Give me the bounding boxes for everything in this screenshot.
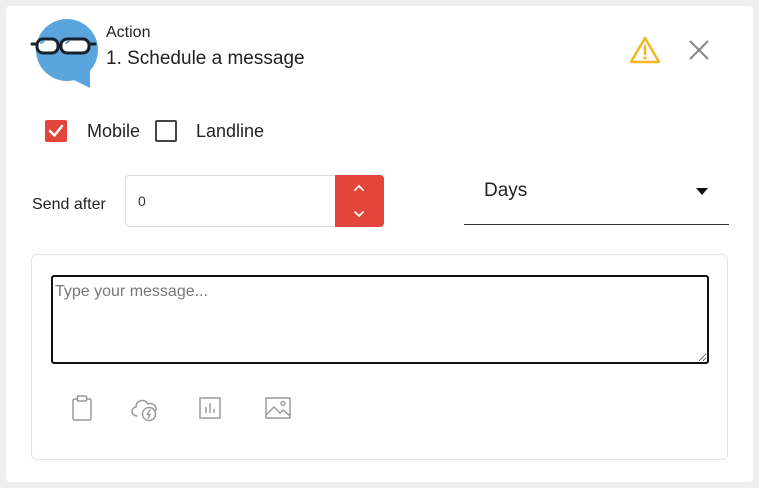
action-label: Action	[106, 24, 151, 41]
warning-button[interactable]	[628, 35, 662, 65]
warning-triangle-icon	[629, 36, 661, 64]
time-unit-select[interactable]: Days	[464, 174, 729, 226]
stepper-up-button[interactable]	[335, 175, 384, 201]
time-unit-value: Days	[484, 180, 528, 201]
mobile-checkbox[interactable]	[45, 120, 67, 142]
close-button[interactable]	[684, 36, 714, 64]
image-button[interactable]	[263, 393, 293, 423]
quantity-stepper	[335, 175, 384, 227]
action-card: Action 1. Schedule a message Mobile Land…	[6, 6, 753, 482]
cloud-bolt-icon	[131, 399, 157, 422]
landline-checkbox[interactable]	[155, 120, 177, 142]
mobile-label[interactable]: Mobile	[87, 120, 140, 142]
caret-down-icon	[696, 188, 708, 195]
integration-button[interactable]	[127, 393, 163, 423]
close-icon	[689, 40, 709, 60]
template-button[interactable]	[67, 393, 97, 423]
glasses-speech-bubble-icon	[30, 19, 98, 88]
survey-button[interactable]	[195, 393, 225, 423]
action-title: 1. Schedule a message	[106, 48, 305, 69]
image-icon	[265, 397, 291, 419]
landline-label[interactable]: Landline	[196, 120, 264, 142]
message-textarea[interactable]	[51, 275, 709, 364]
stepper-down-button[interactable]	[335, 201, 384, 227]
chevron-down-icon	[354, 211, 364, 218]
checkmark-icon	[48, 124, 64, 137]
send-after-label: Send after	[32, 196, 106, 213]
clipboard-icon	[72, 395, 92, 421]
chevron-up-icon	[354, 184, 364, 191]
send-after-input[interactable]	[125, 175, 335, 227]
bar-chart-icon	[199, 397, 221, 419]
select-underline	[464, 224, 729, 225]
message-panel	[31, 254, 728, 460]
